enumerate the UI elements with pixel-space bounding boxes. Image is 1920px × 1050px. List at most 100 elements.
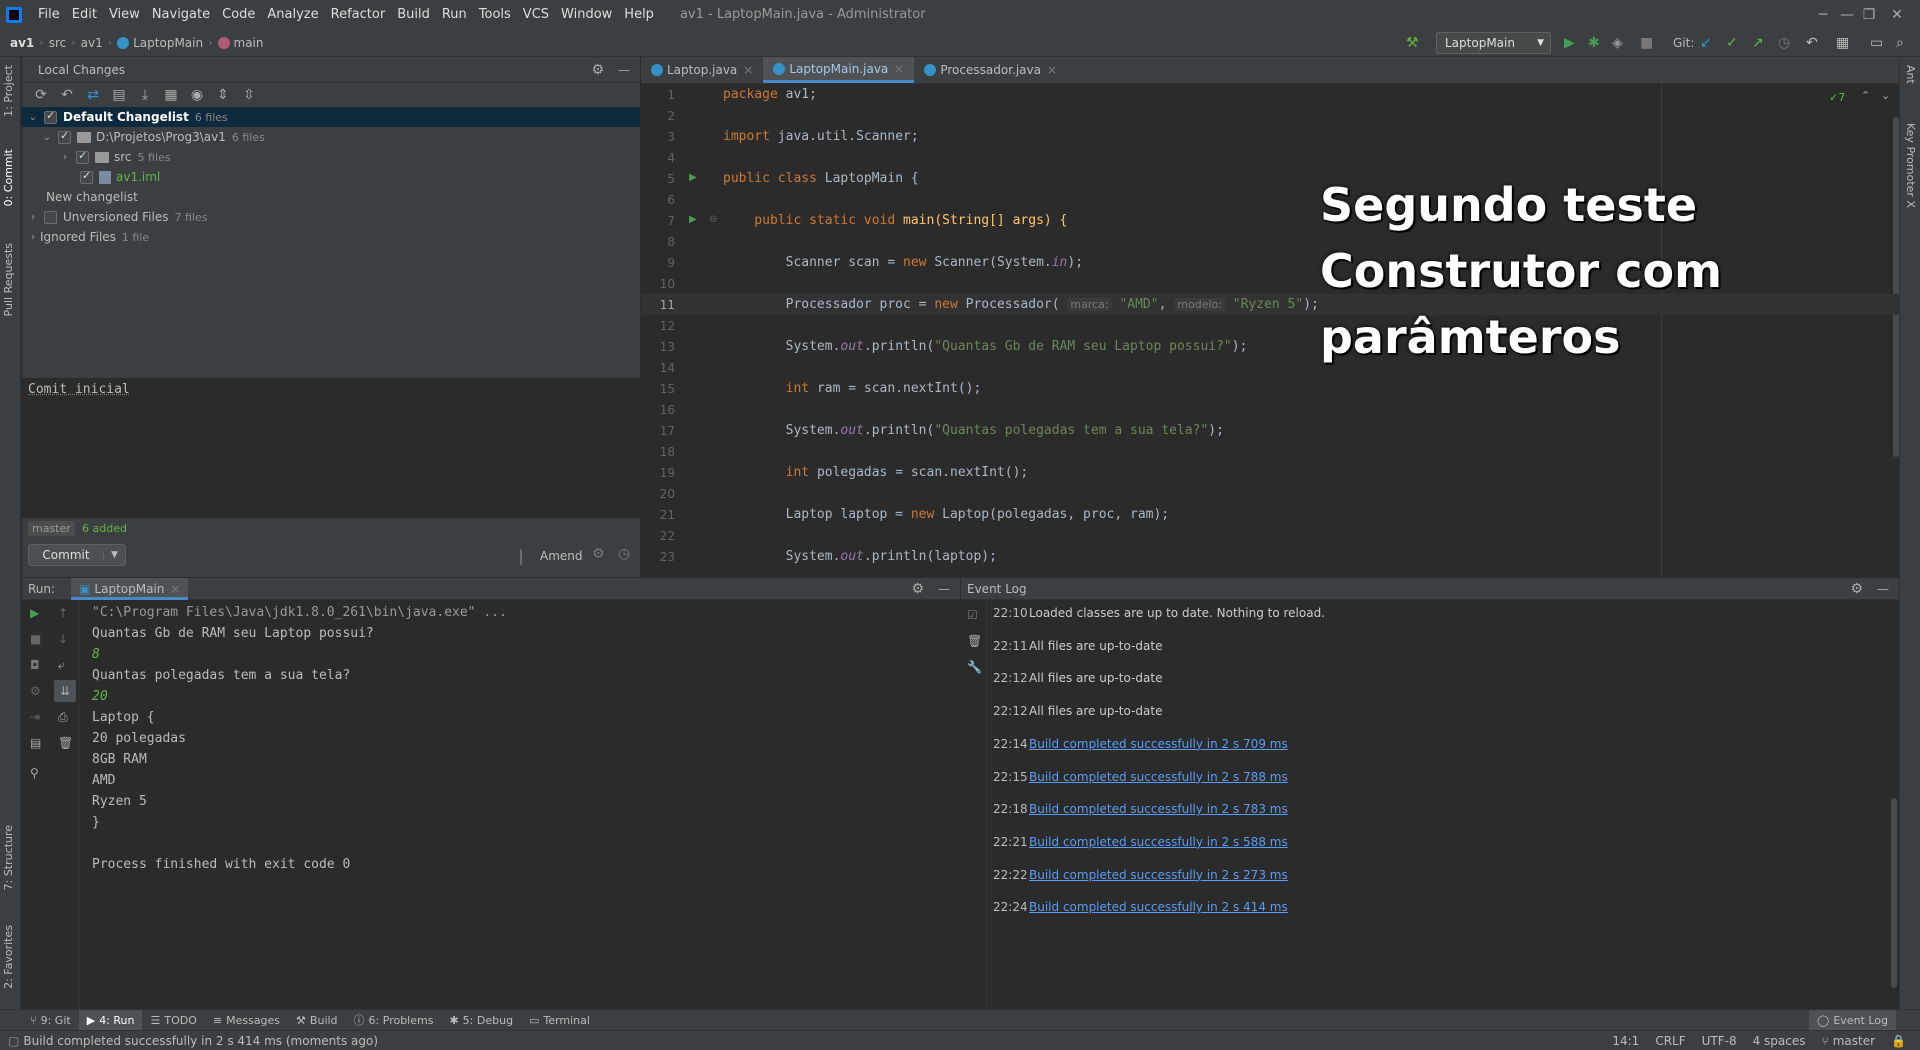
checkbox[interactable] (44, 210, 57, 224)
run-gutter-icon[interactable]: ▶ (689, 172, 697, 183)
scroll-to-end-icon[interactable]: ⇊ (54, 680, 76, 702)
close-icon[interactable]: × (170, 582, 180, 596)
eye-icon[interactable]: ◉ (184, 87, 210, 103)
breadcrumb-package[interactable]: av1 (78, 36, 106, 50)
menu-file[interactable]: File (32, 0, 66, 29)
history-icon[interactable]: ◷ (618, 546, 630, 562)
chevron-down-icon[interactable]: ⌄ (26, 112, 40, 123)
menu-edit[interactable]: Edit (66, 0, 103, 29)
indent-setting[interactable]: 4 spaces (1745, 1034, 1814, 1048)
menu-vcs[interactable]: VCS (517, 0, 555, 29)
status-message[interactable]: Build completed successfully in 2 s 414 … (23, 1034, 378, 1048)
arrow-down-icon[interactable]: ↓ (58, 632, 68, 646)
tab-pull-requests[interactable]: Pull Requests (2, 243, 15, 316)
file-encoding[interactable]: UTF-8 (1694, 1034, 1745, 1048)
collapse-all-icon[interactable]: ⇳ (236, 87, 262, 103)
breadcrumb-src[interactable]: src (46, 36, 70, 50)
amend-checkbox[interactable] (520, 549, 522, 565)
checkbox[interactable] (76, 149, 89, 164)
tab-debug[interactable]: ✱ 5: Debug (441, 1014, 521, 1027)
tree-row-ignored[interactable]: › Ignored Files 1 file (22, 227, 640, 247)
close-icon[interactable]: × (1047, 63, 1057, 77)
menu-navigate[interactable]: Navigate (146, 0, 216, 29)
rollback-icon[interactable]: ↶ (54, 87, 80, 103)
stop-icon[interactable]: ■ (1640, 35, 1653, 51)
tab-git[interactable]: ⑂ 9: Git (0, 1014, 79, 1027)
tab-project[interactable]: 1: Project (2, 65, 15, 117)
fold-icon[interactable]: ⊖ (709, 214, 717, 225)
tab-todo[interactable]: ☰ TODO (142, 1014, 204, 1027)
tab-messages[interactable]: ≡ Messages (205, 1014, 288, 1027)
menu-view[interactable]: View (103, 0, 146, 29)
group-by-icon[interactable]: ▦ (158, 87, 184, 103)
checkbox[interactable] (44, 109, 57, 124)
chevron-down-icon[interactable]: ⌄ (40, 132, 54, 143)
layout-icon[interactable]: ▤ (30, 736, 41, 750)
tree-row-iml[interactable]: av1.iml (22, 167, 640, 187)
close-button[interactable]: ✕ (1874, 0, 1920, 29)
tab-terminal[interactable]: ▭ Terminal (521, 1014, 598, 1027)
event-link[interactable]: Build completed successfully in 2 s 273 … (1029, 868, 1288, 882)
coverage-icon[interactable]: ◈ (1612, 35, 1623, 51)
diff-icon[interactable]: ⇄ (80, 87, 106, 103)
project-structure-icon[interactable]: ▦ (1836, 35, 1849, 51)
refresh-icon[interactable]: ⟳ (28, 87, 54, 103)
breadcrumb-method[interactable]: main (215, 36, 267, 50)
tab-run[interactable]: ▶ 4: Run (78, 1009, 143, 1031)
tree-row-folder[interactable]: ⌄ D:\Projetos\Prog3\av1 6 files (22, 127, 640, 147)
history-icon[interactable]: ◷ (1778, 35, 1790, 51)
tab-build[interactable]: ⚒ Build (288, 1014, 346, 1027)
shelve-icon[interactable]: ▤ (106, 87, 132, 103)
breadcrumb-project[interactable]: av1 (0, 36, 37, 50)
expand-all-icon[interactable]: ⇕ (210, 87, 236, 103)
print-icon[interactable]: ⎙ (58, 710, 68, 725)
caret-position[interactable]: 14:1 (1604, 1034, 1647, 1048)
checkbox[interactable] (58, 129, 71, 144)
presentation-icon[interactable]: ▭ (1870, 35, 1883, 51)
menu-tools[interactable]: Tools (473, 0, 517, 29)
tab-problems[interactable]: ⓘ 6: Problems (346, 1012, 442, 1028)
tab-laptop-java[interactable]: Laptop.java × (641, 57, 763, 83)
minimize-button[interactable]: ─ (1800, 0, 1846, 29)
breadcrumb-class[interactable]: LaptopMain (114, 36, 206, 50)
menu-refactor[interactable]: Refactor (325, 0, 392, 29)
lock-icon[interactable]: 🔒 (1883, 1034, 1914, 1048)
menu-help[interactable]: Help (618, 0, 660, 29)
menu-code[interactable]: Code (216, 0, 261, 29)
tree-row-default-changelist[interactable]: ⌄ Default Changelist 6 files (22, 107, 640, 127)
branch-badge[interactable]: master (28, 521, 75, 536)
event-link[interactable]: Build completed successfully in 2 s 783 … (1029, 802, 1288, 816)
git-update-icon[interactable]: ↙ (1700, 35, 1712, 51)
gear-icon[interactable]: ⚙ (592, 546, 605, 562)
commit-button[interactable]: Commit ▼ (28, 544, 126, 566)
chevron-right-icon[interactable]: › (58, 152, 72, 163)
menu-run[interactable]: Run (436, 0, 473, 29)
gear-icon[interactable]: ⚙ (911, 581, 924, 597)
git-commit-icon[interactable]: ✓ (1726, 35, 1738, 51)
event-link[interactable]: Build completed successfully in 2 s 788 … (1029, 770, 1288, 784)
hide-panel-icon[interactable]: — (1877, 582, 1889, 596)
chevron-right-icon[interactable]: › (26, 212, 40, 223)
pin-icon[interactable]: ⚲ (30, 766, 39, 780)
gear-icon[interactable]: ⚙ (1850, 581, 1863, 597)
run-gutter-icon[interactable]: ▶ (689, 214, 697, 225)
line-separator[interactable]: CRLF (1647, 1034, 1693, 1048)
event-log-button[interactable]: ◯ Event Log (1809, 1009, 1896, 1031)
tree-row-new-changelist[interactable]: New changelist (22, 187, 640, 207)
hide-panel-icon[interactable]: — (938, 582, 950, 596)
rerun-icon[interactable]: ▶ (30, 606, 39, 620)
chevron-down-icon[interactable]: ▼ (103, 550, 125, 560)
search-icon[interactable]: ⌕ (1896, 35, 1904, 51)
camera-icon[interactable]: ◘ (30, 658, 40, 672)
menu-analyze[interactable]: Analyze (261, 0, 324, 29)
close-icon[interactable]: × (743, 63, 753, 77)
event-link[interactable]: Build completed successfully in 2 s 588 … (1029, 835, 1288, 849)
tab-processador-java[interactable]: Processador.java × (914, 57, 1067, 83)
menu-build[interactable]: Build (391, 0, 436, 29)
tab-commit[interactable]: 0: Commit (2, 149, 15, 206)
download-icon[interactable]: ⤓ (132, 87, 158, 103)
soft-wrap-icon[interactable]: ⤶ (58, 658, 65, 673)
tab-key-promoter[interactable]: Key Promoter X (1904, 123, 1917, 208)
gear-icon[interactable]: ⚙ (591, 62, 604, 78)
stop-icon[interactable]: ■ (30, 632, 41, 646)
